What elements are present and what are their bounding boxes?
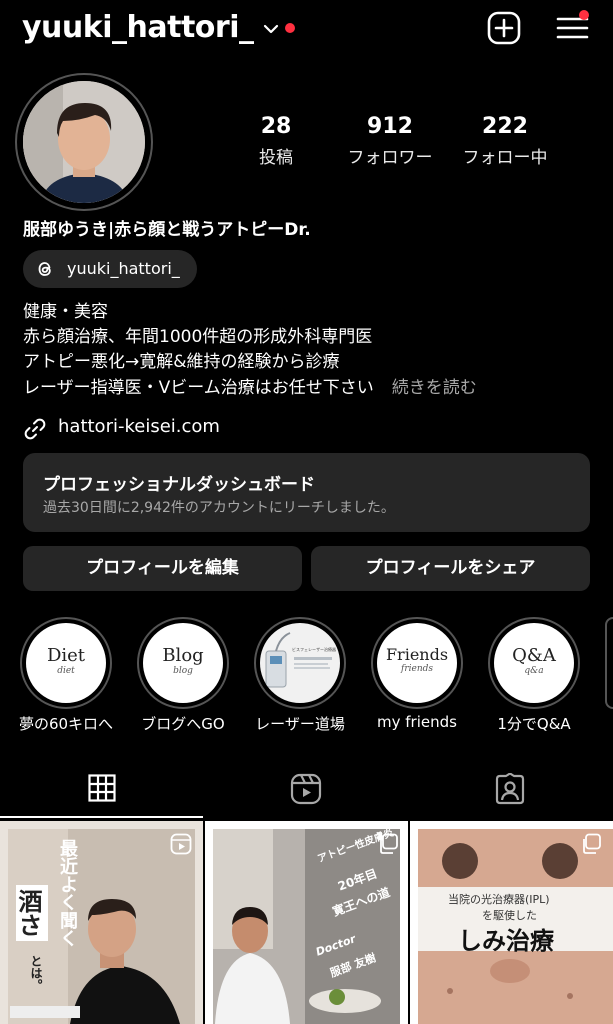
bio-line-last: レーザー指導医・Vビーム治療はお任せ下さい 続きを読む	[23, 376, 477, 401]
dashboard-title: プロフェッショナルダッシュボード	[43, 475, 315, 495]
post-text-main: 酒さ	[14, 885, 48, 941]
posts-count: 28	[260, 114, 292, 139]
highlight-cover-sub: friends	[400, 664, 433, 674]
following-label: フォロー中	[462, 148, 548, 168]
display-name: 服部ゆうき|赤ら顔と戦うアトピーDr.	[23, 220, 311, 240]
multi-post-icon	[380, 833, 398, 854]
profile-tabs	[0, 760, 613, 820]
post-text-main: しみ治療	[458, 927, 554, 955]
bio-line: アトピー悪化→寛解&維持の経験から診療	[23, 352, 340, 372]
bio-line: 健康・美容	[23, 302, 108, 322]
highlight-cover: Blog blog	[143, 623, 223, 703]
highlight-label: my friends	[377, 713, 457, 731]
share-profile-button[interactable]: プロフィールをシェア	[311, 546, 590, 591]
multi-post-icon	[583, 833, 601, 854]
bio-line: レーザー指導医・Vビーム治療はお任せ下さい	[23, 378, 374, 398]
post-text-top: 当院の光治療器(IPL)	[448, 893, 550, 906]
stat-followers[interactable]: 912 フォロワー	[340, 114, 440, 168]
username[interactable]: yuuki_hattori_	[22, 10, 254, 45]
highlight-cover-title: Blog	[162, 645, 204, 666]
bio-line: 赤ら顔治療、年間1000件超の形成外科専門医	[23, 327, 373, 347]
stat-posts[interactable]: 28 投稿	[246, 114, 306, 168]
highlight-label: 夢の60キロへ	[18, 715, 114, 733]
followers-label: フォロワー	[347, 148, 433, 168]
active-tab-indicator	[0, 816, 203, 818]
tagged-icon[interactable]	[494, 773, 526, 805]
highlight-cover: Friends friends	[377, 623, 457, 703]
laser-device-image	[265, 632, 332, 688]
reels-icon[interactable]	[290, 773, 322, 805]
professional-dashboard[interactable]: プロフェッショナルダッシュボード 過去30日間に2,942件のアカウントにリーチ…	[23, 453, 590, 532]
threads-icon	[38, 262, 51, 276]
highlight-cover-title: Q&A	[512, 645, 556, 666]
highlight-cover-sub: q&a	[524, 666, 544, 676]
highlight-cover-title: Friends	[385, 645, 449, 664]
highlight-partial[interactable]	[605, 617, 613, 709]
grid-icon[interactable]	[88, 774, 116, 802]
highlight-cover: Diet diet	[26, 623, 106, 703]
read-more-link[interactable]: 続きを読む	[392, 378, 477, 398]
plus-square-icon[interactable]	[487, 11, 521, 45]
highlight-qa[interactable]: Q&A q&a	[488, 617, 580, 709]
post-tile[interactable]: 当院の光治療器(IPL) を駆使した しみ治療	[410, 821, 613, 1024]
post-text-vertical: 最近よく聞く	[57, 839, 78, 947]
post-text-small: とは。	[29, 955, 43, 991]
notification-dot	[285, 23, 295, 33]
threads-handle: yuuki_hattori_	[67, 259, 180, 278]
highlight-cover-sub: blog	[173, 666, 193, 676]
posts-label: 投稿	[259, 148, 293, 168]
highlight-laser[interactable]: ビスフェレーザー治療器	[254, 617, 346, 709]
highlight-cover-title: ビスフェレーザー治療器	[292, 647, 336, 652]
link-icon	[24, 418, 46, 440]
highlight-blog[interactable]: Blog blog	[137, 617, 229, 709]
post-tile[interactable]: アトピー性皮膚炎 20年目 寛王への道 Doctor 服部 友樹	[205, 821, 408, 1024]
highlight-cover-sub: diet	[57, 666, 75, 676]
edit-profile-button[interactable]: プロフィールを編集	[23, 546, 302, 591]
followers-count: 912	[367, 114, 413, 139]
avatar[interactable]	[23, 81, 145, 203]
highlight-friends[interactable]: Friends friends	[371, 617, 463, 709]
highlight-label: レーザー道場	[255, 715, 345, 733]
highlight-label: 1分でQ&A	[497, 715, 571, 733]
highlight-cover: Q&A q&a	[494, 623, 574, 703]
highlight-label: ブログへGO	[141, 715, 225, 733]
post-tile[interactable]: 酒さ 最近よく聞く とは。	[0, 821, 203, 1024]
threads-badge[interactable]: yuuki_hattori_	[23, 250, 197, 288]
following-count: 222	[482, 114, 528, 139]
highlight-cover: ビスフェレーザー治療器	[260, 623, 340, 703]
stat-following[interactable]: 222 フォロー中	[455, 114, 555, 168]
highlight-diet[interactable]: Diet diet	[20, 617, 112, 709]
website-url: hattori-keisei.com	[58, 416, 220, 437]
chevron-down-icon[interactable]	[262, 20, 280, 38]
reels-icon	[170, 833, 192, 855]
top-bar: yuuki_hattori_	[0, 0, 613, 62]
dashboard-subtitle: 過去30日間に2,942件のアカウントにリーチしました。	[43, 500, 395, 516]
menu-notification-dot	[579, 10, 589, 20]
highlight-cover-title: Diet	[46, 645, 86, 666]
